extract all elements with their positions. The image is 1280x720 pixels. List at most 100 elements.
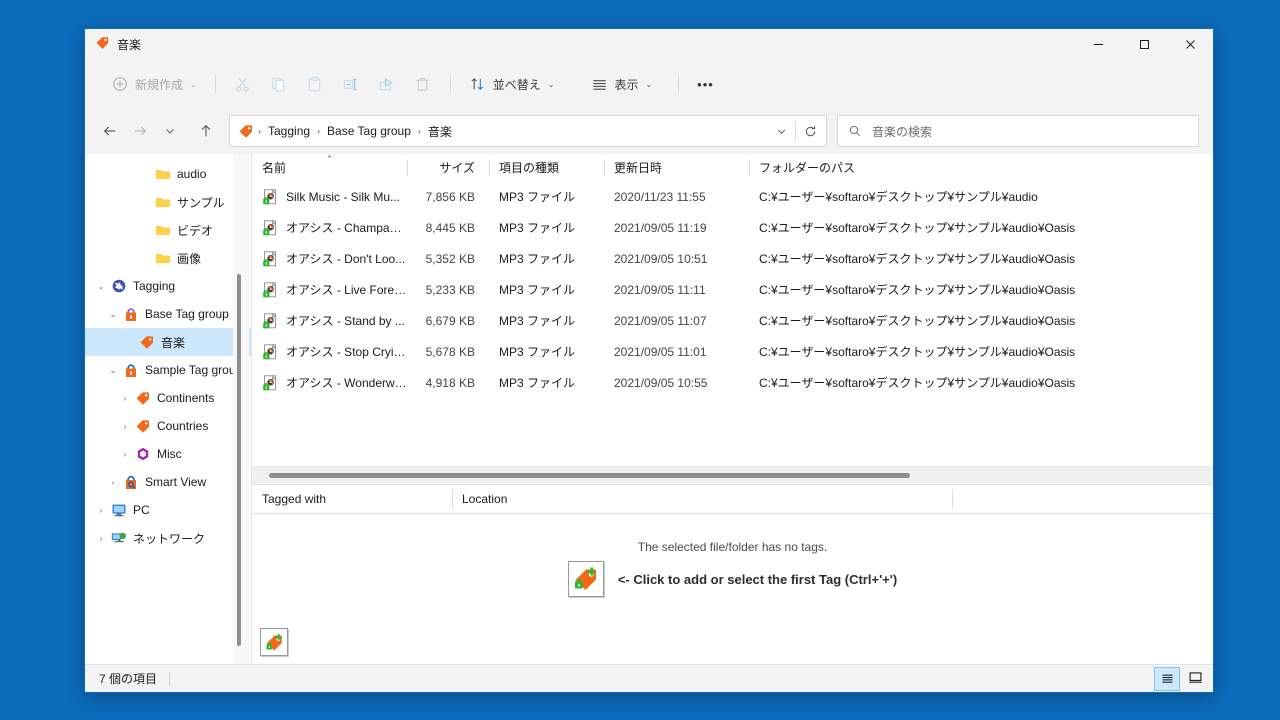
minimize-button[interactable]: [1075, 29, 1121, 60]
sidebar-item-サンプル[interactable]: サンプル: [85, 188, 251, 216]
table-row[interactable]: オアシス - Champagn... 8,445 KB MP3 ファイル 2021/0…: [252, 212, 1213, 243]
breadcrumb-item-2[interactable]: 音楽: [422, 121, 458, 142]
share-button[interactable]: [370, 69, 404, 99]
cut-button[interactable]: [226, 69, 260, 99]
sidebar-item-ビデオ[interactable]: ビデオ: [85, 216, 251, 244]
sidebar-item-label: Smart View: [145, 475, 207, 489]
chevron-down-icon: ⌄: [190, 79, 197, 89]
sidebar-item-smart-view[interactable]: › Smart View: [85, 468, 251, 496]
cell-date: 2021/09/05 11:19: [614, 220, 707, 235]
copy-button[interactable]: [262, 69, 296, 99]
sidebar-item-audio[interactable]: audio: [85, 160, 251, 188]
column-header-label: 名前: [262, 161, 287, 175]
sidebar-item-label: 画像: [177, 251, 202, 266]
file-list-hscrollbar-track[interactable]: [252, 466, 1213, 484]
paste-button[interactable]: [298, 69, 332, 99]
sidebar-item-tagging[interactable]: ⌄ Tagging: [85, 272, 251, 300]
chevron-down-icon[interactable]: ⌄: [105, 310, 121, 319]
table-row[interactable]: オアシス - Stand by ... 6,679 KB MP3 ファイル 2021/…: [252, 305, 1213, 336]
sidebar-item-continents[interactable]: › Continents: [85, 384, 251, 412]
add-first-tag-row: <- Click to add or select the first Tag …: [252, 561, 1213, 597]
add-tag-corner-button[interactable]: [260, 628, 288, 656]
column-header-size[interactable]: サイズ: [407, 154, 489, 181]
navigation-scrollbar-track[interactable]: [233, 154, 249, 664]
table-row[interactable]: Silk Music - Silk Mu... 7,856 KB MP3 ファイル 2…: [252, 181, 1213, 212]
chevron-right-icon[interactable]: ›: [117, 394, 133, 403]
search-input[interactable]: 音楽の検索: [872, 123, 932, 140]
file-name: オアシス - Champagn...: [286, 221, 407, 235]
view-button[interactable]: 表示 ⌄: [582, 69, 660, 99]
column-header-name[interactable]: ⌃ 名前: [252, 154, 407, 181]
window-body: audio サンプル ビデオ 画像 ⌄ Tagging ⌄ Base Tag group 音楽 ⌄…: [85, 154, 1213, 664]
file-name: オアシス - Don't Loo...: [286, 252, 406, 266]
sort-button-label: 並べ替え: [492, 77, 541, 92]
new-button[interactable]: 新規作成 ⌄: [103, 69, 205, 99]
navigation-pane: audio サンプル ビデオ 画像 ⌄ Tagging ⌄ Base Tag group 音楽 ⌄…: [85, 154, 251, 664]
status-bar: 7 個の項目: [85, 664, 1213, 692]
maximize-button[interactable]: [1121, 29, 1167, 60]
more-options-button[interactable]: •••: [689, 69, 722, 99]
column-header-type[interactable]: 項目の種類: [489, 154, 604, 181]
column-header-folder[interactable]: フォルダーのパス: [749, 154, 1189, 181]
sidebar-item-ネットワーク[interactable]: › ネットワーク: [85, 524, 251, 552]
rename-button[interactable]: [334, 69, 368, 99]
cell-folder: C:¥ユーザー¥softaro¥デスクトップ¥サンプル¥audio¥Oasis: [759, 283, 1076, 297]
column-header-label: 項目の種類: [499, 161, 560, 175]
chevron-right-icon[interactable]: ›: [117, 422, 133, 431]
cell-date: 2021/09/05 10:51: [614, 251, 708, 266]
forward-button[interactable]: [125, 116, 155, 146]
navigation-scrollbar-thumb[interactable]: [237, 274, 241, 646]
tag-column-header-location[interactable]: Location: [452, 485, 952, 513]
ellipsis-icon: •••: [697, 76, 714, 92]
sidebar-item-画像[interactable]: 画像: [85, 244, 251, 272]
column-header-date[interactable]: 更新日時: [604, 154, 749, 181]
cell-date: 2021/09/05 10:55: [614, 375, 708, 390]
sidebar-item-misc[interactable]: › Misc: [85, 440, 251, 468]
breadcrumb-item-1[interactable]: Base Tag group: [321, 122, 417, 140]
tag-column-header-tagged_with[interactable]: Tagged with: [252, 485, 452, 513]
view-button-label: 表示: [614, 77, 639, 92]
add-tag-button[interactable]: [567, 561, 604, 597]
table-row[interactable]: オアシス - Wonderwa... 4,918 KB MP3 ファイル 2021/0…: [252, 367, 1213, 398]
no-tags-message: The selected file/folder has no tags.: [637, 540, 828, 554]
refresh-button[interactable]: [796, 118, 824, 144]
network-icon: [109, 530, 129, 546]
chevron-down-icon[interactable]: ⌄: [105, 366, 121, 375]
up-button[interactable]: [191, 116, 221, 146]
chevron-right-icon[interactable]: ›: [105, 478, 121, 487]
chevron-down-icon[interactable]: ⌄: [93, 282, 109, 291]
close-button[interactable]: [1167, 29, 1213, 60]
chevron-down-icon-view: ⌄: [645, 79, 653, 89]
table-row[interactable]: オアシス - Live Forev... 5,233 KB MP3 ファイル 2021…: [252, 274, 1213, 305]
sidebar-item-音楽[interactable]: 音楽: [85, 328, 251, 356]
address-bar[interactable]: › Tagging › Base Tag group › 音楽: [229, 115, 827, 147]
breadcrumb: › Tagging › Base Tag group › 音楽: [257, 121, 767, 142]
chevron-right-icon[interactable]: ›: [117, 450, 133, 459]
table-row[interactable]: オアシス - Don't Loo... 5,352 KB MP3 ファイル 2021/…: [252, 243, 1213, 274]
sidebar-item-sample-tag-group[interactable]: ⌄ Sample Tag group: [85, 356, 251, 384]
breadcrumb-item-0[interactable]: Tagging: [262, 122, 316, 140]
sidebar-item-pc[interactable]: › PC: [85, 496, 251, 524]
command-bar: 新規作成 ⌄ 並べ替え ⌄ 表示 ⌄ •••: [85, 60, 1213, 108]
sidebar-item-label: サンプル: [177, 195, 225, 210]
window-title: 音楽: [117, 38, 142, 52]
table-row[interactable]: オアシス - Stop Cryin... 5,678 KB MP3 ファイル 2021…: [252, 336, 1213, 367]
sidebar-item-countries[interactable]: › Countries: [85, 412, 251, 440]
back-button[interactable]: [95, 116, 125, 146]
address-dropdown-button[interactable]: [767, 118, 795, 144]
file-list-header: ⌃ 名前 サイズ 項目の種類 更新日時 フォルダーのパス: [252, 154, 1213, 181]
file-list-hscrollbar-thumb[interactable]: [269, 473, 910, 478]
sidebar-item-label: Tagging: [133, 279, 176, 293]
desktop-background: 音楽 新規作成 ⌄ 並べ替え ⌄ 表示 ⌄ ••• › Tagging › Ba…: [0, 0, 1280, 720]
preview-view-button[interactable]: [1183, 667, 1207, 689]
address-bar-actions: [767, 118, 824, 144]
delete-button[interactable]: [406, 69, 440, 99]
search-icon: [848, 124, 862, 138]
recent-locations-button[interactable]: [155, 116, 185, 146]
sidebar-item-base-tag-group[interactable]: ⌄ Base Tag group: [85, 300, 251, 328]
details-view-button[interactable]: [1154, 666, 1180, 691]
search-box[interactable]: 音楽の検索: [837, 115, 1199, 147]
chevron-right-icon[interactable]: ›: [93, 506, 109, 515]
sort-button[interactable]: 並べ替え ⌄: [461, 69, 563, 99]
chevron-right-icon[interactable]: ›: [93, 534, 109, 543]
